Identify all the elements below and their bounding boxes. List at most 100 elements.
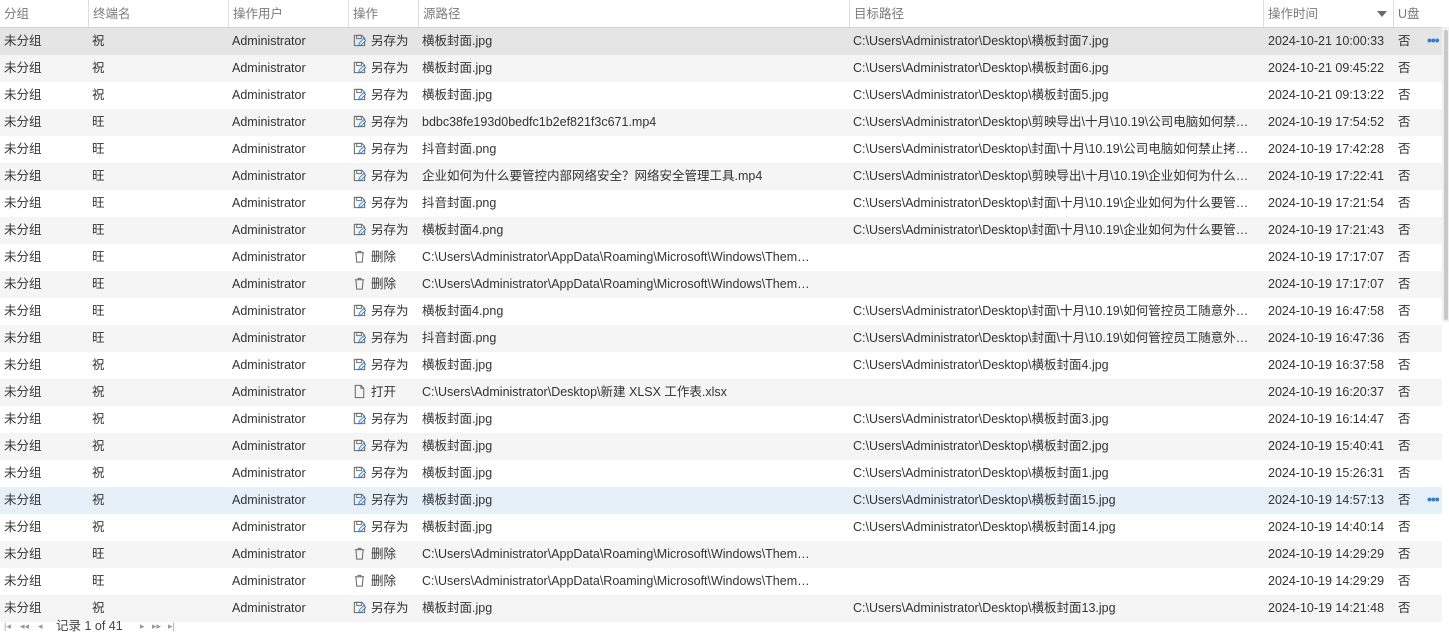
save-as-icon <box>352 220 367 236</box>
cell-source-path: C:\Users\Administrator\AppData\Roaming\M… <box>422 277 810 291</box>
cell-op-label: 另存为 <box>371 115 409 129</box>
cell-source-path: 横板封面4.png <box>422 304 504 318</box>
cell-target-path: C:\Users\Administrator\Desktop\横板封面6.jpg <box>853 61 1109 75</box>
table-row[interactable]: 未分组 旺 Administrator 另存为 企业如何为什么要管控内部网络安全？网络安… <box>0 163 1442 190</box>
cell-group: 未分组 <box>4 223 42 237</box>
cell-op: 另存为 <box>352 325 416 352</box>
cell-usb: 否 <box>1398 223 1411 237</box>
cell-op-label: 删除 <box>371 547 397 561</box>
cell-op-label: 另存为 <box>371 412 409 426</box>
open-file-icon <box>352 382 367 399</box>
table-row[interactable]: 未分组 祝 Administrator 另存为 横板封面.jpg C:\Users\Adm… <box>0 28 1442 55</box>
next-block-icon[interactable]: ▸▸ <box>152 620 161 632</box>
cell-usb: 否 <box>1398 169 1411 183</box>
table-row[interactable]: 未分组 祝 Administrator 另存为 横板封面.jpg C:\Users\Adm… <box>0 352 1442 379</box>
cell-time: 2024-10-19 16:37:58 <box>1268 358 1385 372</box>
cell-usb: 否 <box>1398 439 1411 453</box>
col-header-usb[interactable]: U盘 <box>1393 0 1423 27</box>
cell-terminal: 旺 <box>92 574 105 588</box>
cell-terminal: 祝 <box>92 358 105 372</box>
cell-usb: 否 <box>1398 250 1411 264</box>
cell-time: 2024-10-19 16:47:58 <box>1268 304 1385 318</box>
table-row[interactable]: 未分组 祝 Administrator 另存为 横板封面.jpg C:\Users\Adm… <box>0 406 1442 433</box>
table-row[interactable]: 未分组 旺 Administrator 删除 C:\Users\Administrato… <box>0 541 1442 568</box>
cell-source-path: 抖音封面.png <box>422 331 497 345</box>
cell-group: 未分组 <box>4 277 42 291</box>
col-header-user[interactable]: 操作用户 <box>228 0 348 27</box>
cell-op: 另存为 <box>352 28 416 55</box>
table-row[interactable]: 未分组 祝 Administrator 另存为 横板封面.jpg C:\Users\Adm… <box>0 460 1442 487</box>
row-more-button[interactable]: ••• <box>1427 487 1440 514</box>
col-header-group[interactable]: 分组 <box>0 0 88 27</box>
first-page-icon[interactable]: |◂ <box>4 620 11 632</box>
cell-user: Administrator <box>232 196 306 210</box>
save-as-icon <box>352 490 367 506</box>
table-row[interactable]: 未分组 祝 Administrator 另存为 横板封面.jpg C:\Users\Adm… <box>0 82 1442 109</box>
cell-user: Administrator <box>232 493 306 507</box>
cell-user: Administrator <box>232 250 306 264</box>
cell-op-label: 另存为 <box>371 169 409 183</box>
grid-header: 分组 终端名 操作用户 操作 源路径 目标路径 操作时间 U盘 <box>0 0 1442 28</box>
cell-terminal: 旺 <box>92 196 105 210</box>
cell-usb: 否 <box>1398 277 1411 291</box>
cell-source-path: C:\Users\Administrator\AppData\Roaming\M… <box>422 250 810 264</box>
prev-block-icon[interactable]: ◂◂ <box>20 620 29 632</box>
prev-page-icon[interactable]: ◂ <box>38 620 43 632</box>
cell-target-path <box>853 541 1261 568</box>
table-row[interactable]: 未分组 祝 Administrator 另存为 横板封面.jpg C:\Users\Adm… <box>0 55 1442 82</box>
cell-time: 2024-10-19 15:40:41 <box>1268 439 1385 453</box>
cell-user: Administrator <box>232 574 306 588</box>
col-header-time[interactable]: 操作时间 <box>1263 0 1393 27</box>
cell-op: 另存为 <box>352 136 416 163</box>
cell-target-path <box>853 379 1261 406</box>
col-header-terminal[interactable]: 终端名 <box>88 0 228 27</box>
table-row[interactable]: 未分组 祝 Administrator 另存为 横板封面.jpg C:\Users\Adm… <box>0 433 1442 460</box>
table-row[interactable]: 未分组 旺 Administrator 删除 C:\Users\Administrato… <box>0 244 1442 271</box>
trash-icon <box>352 247 367 263</box>
cell-target-path: C:\Users\Administrator\Desktop\封面\十月\10.… <box>853 196 1249 210</box>
save-as-icon <box>352 31 367 47</box>
pager-record-text: 记录 1 of 41 <box>56 619 123 633</box>
cell-user: Administrator <box>232 34 306 48</box>
cell-source-path: 横板封面.jpg <box>422 493 493 507</box>
table-row[interactable]: 未分组 祝 Administrator 另存为 横板封面.jpg C:\Users\Adm… <box>0 514 1442 541</box>
table-row[interactable]: 未分组 旺 Administrator 删除 C:\Users\Administrato… <box>0 271 1442 298</box>
cell-op-label: 另存为 <box>371 466 409 480</box>
cell-op: 另存为 <box>352 298 416 325</box>
cell-target-path: C:\Users\Administrator\Desktop\横板封面5.jpg <box>853 88 1109 102</box>
table-row[interactable]: 未分组 旺 Administrator 另存为 bdbc38fe193d0bedfc1b… <box>0 109 1442 136</box>
table-row[interactable]: 未分组 祝 Administrator 另存为 横板封面.jpg C:\Users\Adm… <box>0 487 1442 514</box>
table-row[interactable]: 未分组 旺 Administrator 另存为 横板封面4.png C:\Users\Ad… <box>0 298 1442 325</box>
cell-target-path: C:\Users\Administrator\Desktop\封面\十月\10.… <box>853 331 1249 345</box>
table-row[interactable]: 未分组 旺 Administrator 另存为 抖音封面.png C:\Users\Adm… <box>0 190 1442 217</box>
cell-op-label: 另存为 <box>371 88 409 102</box>
table-row[interactable]: 未分组 祝 Administrator 打开 C:\Users\Administrato… <box>0 379 1442 406</box>
last-page-icon[interactable]: ▸| <box>168 620 175 632</box>
cell-target-path: C:\Users\Administrator\Desktop\封面\十月\10.… <box>853 304 1249 318</box>
cell-usb: 否 <box>1398 520 1411 534</box>
table-row[interactable]: 未分组 旺 Administrator 另存为 抖音封面.png C:\Users\Adm… <box>0 325 1442 352</box>
table-row[interactable]: 未分组 旺 Administrator 另存为 抖音封面.png C:\Users\Adm… <box>0 136 1442 163</box>
cell-op-label: 另存为 <box>371 331 409 345</box>
save-as-icon <box>352 409 367 425</box>
cell-terminal: 旺 <box>92 115 105 129</box>
row-more-button[interactable]: ••• <box>1427 28 1440 55</box>
col-header-src[interactable]: 源路径 <box>418 0 849 27</box>
table-row[interactable]: 未分组 旺 Administrator 另存为 横板封面4.png C:\Users\Ad… <box>0 217 1442 244</box>
cell-usb: 否 <box>1398 358 1411 372</box>
cell-usb: 否 <box>1398 601 1411 615</box>
cell-usb: 否 <box>1398 547 1411 561</box>
col-header-dst[interactable]: 目标路径 <box>849 0 1263 27</box>
scrollbar-thumb[interactable] <box>1444 30 1448 320</box>
cell-time: 2024-10-19 16:20:37 <box>1268 385 1385 399</box>
cell-target-path: C:\Users\Administrator\Desktop\横板封面15.jp… <box>853 493 1116 507</box>
cell-op: 打开 <box>352 379 416 406</box>
table-row[interactable]: 未分组 旺 Administrator 删除 C:\Users\Administrato… <box>0 568 1442 595</box>
next-page-icon[interactable]: ▸ <box>140 620 145 632</box>
cell-source-path: 横板封面.jpg <box>422 88 493 102</box>
cell-user: Administrator <box>232 142 306 156</box>
cell-time: 2024-10-19 16:47:36 <box>1268 331 1385 345</box>
trash-icon <box>352 544 367 560</box>
trash-icon <box>352 571 367 587</box>
col-header-op[interactable]: 操作 <box>348 0 418 27</box>
